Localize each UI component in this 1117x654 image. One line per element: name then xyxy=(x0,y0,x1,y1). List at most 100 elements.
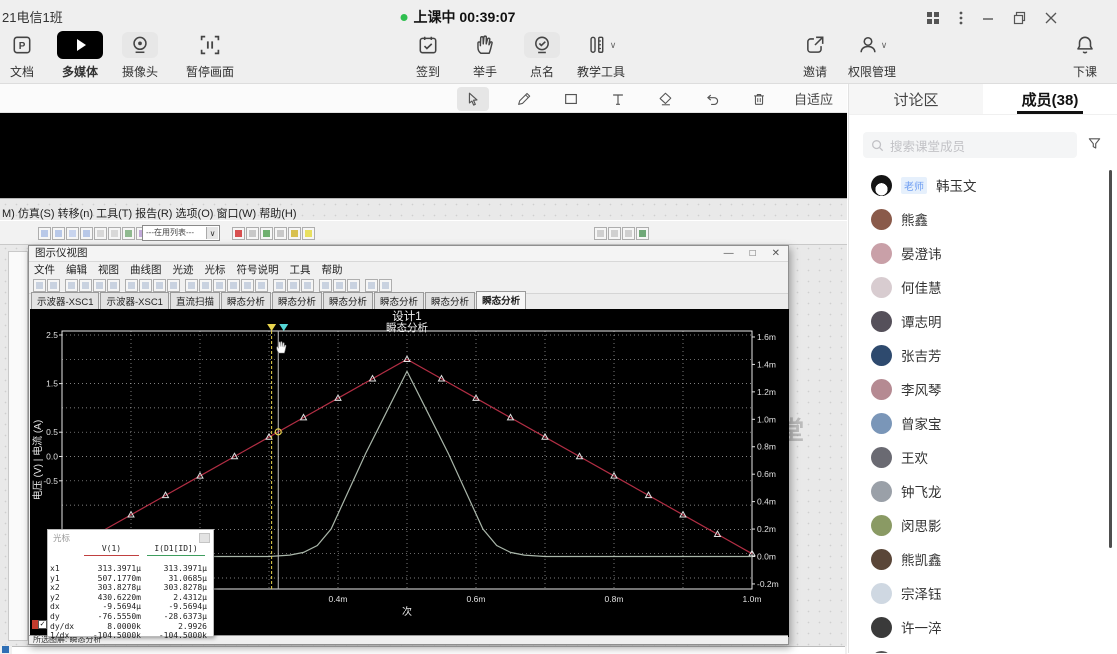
grapher-menu-文件[interactable]: 文件 xyxy=(34,262,55,277)
toolbar-icon[interactable] xyxy=(288,227,301,240)
member-row[interactable]: 曾家宝 xyxy=(849,406,1117,440)
toolbar-icon[interactable] xyxy=(38,227,51,240)
grapher-tool-icon[interactable] xyxy=(139,279,152,292)
grapher-tool-icon[interactable] xyxy=(227,279,240,292)
grapher-menu-编辑[interactable]: 编辑 xyxy=(66,262,87,277)
grapher-tool-icon[interactable] xyxy=(301,279,314,292)
grapher-tool-icon[interactable] xyxy=(255,279,268,292)
toolbar-icon[interactable] xyxy=(232,227,245,240)
grapher-tab-1[interactable]: 示波器-XSC1 xyxy=(100,292,168,309)
member-row[interactable]: 宗泽钰 xyxy=(849,576,1117,610)
multisim-sim-icons[interactable] xyxy=(232,225,316,243)
grapher-close-icon[interactable]: ✕ xyxy=(772,247,780,261)
teaching-tools-button[interactable]: ∨ 教学工具 xyxy=(556,30,646,80)
grapher-tool-icon[interactable] xyxy=(333,279,346,292)
grapher-tool-icon[interactable] xyxy=(33,279,46,292)
toolbar-icon[interactable] xyxy=(246,227,259,240)
grapher-tool-icon[interactable] xyxy=(153,279,166,292)
grapher-tab-6[interactable]: 瞬态分析 xyxy=(374,292,424,309)
more-menu-icon[interactable] xyxy=(959,11,963,25)
end-class-button[interactable]: 下课 xyxy=(1040,30,1117,80)
cursor-tool[interactable] xyxy=(457,87,489,111)
grapher-tool-icon[interactable] xyxy=(185,279,198,292)
toolbar-icon[interactable] xyxy=(636,227,649,240)
rectangle-tool[interactable] xyxy=(559,87,583,111)
tab-members[interactable]: 成员(38) xyxy=(983,84,1117,114)
layout-grid-icon[interactable] xyxy=(926,11,940,25)
toolbar-icon[interactable] xyxy=(594,227,607,240)
grapher-tool-icon[interactable] xyxy=(365,279,378,292)
tab-discussion[interactable]: 讨论区 xyxy=(849,84,983,114)
toolbar-icon[interactable] xyxy=(122,227,135,240)
toolbar-icon[interactable] xyxy=(274,227,287,240)
eraser-tool[interactable] xyxy=(653,87,677,111)
pause-screen-button[interactable]: 暂停画面 xyxy=(165,30,255,80)
member-row[interactable]: 王欢 xyxy=(849,440,1117,474)
text-tool[interactable] xyxy=(606,87,630,111)
grapher-tab-8[interactable]: 瞬态分析 xyxy=(476,291,526,309)
member-row[interactable] xyxy=(849,644,1117,653)
toolbar-icon[interactable] xyxy=(94,227,107,240)
member-row[interactable]: 李风琴 xyxy=(849,372,1117,406)
pen-tool[interactable] xyxy=(512,87,536,111)
member-row[interactable]: 钟飞龙 xyxy=(849,474,1117,508)
toolbar-icon[interactable] xyxy=(66,227,79,240)
grapher-menu-bar[interactable]: 文件编辑视图曲线图光迹光标符号说明工具帮助 xyxy=(29,262,788,277)
toolbar-icon[interactable] xyxy=(622,227,635,240)
grapher-menu-符号说明[interactable]: 符号说明 xyxy=(237,262,279,277)
member-row[interactable]: 闵思影 xyxy=(849,508,1117,542)
toolbar-icon[interactable] xyxy=(80,227,93,240)
member-row[interactable]: 许一淬 xyxy=(849,610,1117,644)
grapher-menu-曲线图[interactable]: 曲线图 xyxy=(130,262,162,277)
grapher-tab-3[interactable]: 瞬态分析 xyxy=(221,292,271,309)
member-row[interactable]: 何佳慧 xyxy=(849,270,1117,304)
search-input[interactable]: 搜索课堂成员 xyxy=(863,132,1077,158)
toolbar-icon[interactable] xyxy=(302,227,315,240)
grapher-tool-icon[interactable] xyxy=(167,279,180,292)
grapher-menu-视图[interactable]: 视图 xyxy=(98,262,119,277)
member-row[interactable]: 熊凯鑫 xyxy=(849,542,1117,576)
grapher-tool-icon[interactable] xyxy=(65,279,78,292)
undo-tool[interactable] xyxy=(700,87,724,111)
grapher-tool-icon[interactable] xyxy=(213,279,226,292)
grapher-tool-icon[interactable] xyxy=(125,279,138,292)
grapher-titlebar[interactable]: 图示仪视图 — □ ✕ xyxy=(29,246,788,262)
grapher-tab-2[interactable]: 直流扫描 xyxy=(170,292,220,309)
toolbar-icon[interactable] xyxy=(108,227,121,240)
grapher-tab-4[interactable]: 瞬态分析 xyxy=(272,292,322,309)
auto-fit-button[interactable]: 自适应 xyxy=(794,89,833,108)
member-row[interactable]: 张吉芳 xyxy=(849,338,1117,372)
grapher-maximize-icon[interactable]: □ xyxy=(750,247,756,261)
grapher-tool-icon[interactable] xyxy=(273,279,286,292)
in-use-list-combobox[interactable]: ---在用列表---∨ xyxy=(142,225,220,241)
member-row[interactable]: 熊鑫 xyxy=(849,202,1117,236)
grapher-tool-icon[interactable] xyxy=(347,279,360,292)
toolbar-icon[interactable] xyxy=(608,227,621,240)
grapher-tool-icon[interactable] xyxy=(287,279,300,292)
multisim-menu-bar[interactable]: M) 仿真(S) 转移(n) 工具(T) 报告(R) 选项(O) 窗口(W) 帮… xyxy=(2,205,297,221)
trace-select-indicator[interactable]: ✓ xyxy=(32,620,47,629)
close-icon[interactable] xyxy=(1045,11,1057,25)
grapher-menu-光迹[interactable]: 光迹 xyxy=(173,262,194,277)
toolbar-icon[interactable] xyxy=(260,227,273,240)
member-row[interactable]: 晏澄讳 xyxy=(849,236,1117,270)
grapher-tool-icon[interactable] xyxy=(241,279,254,292)
grapher-menu-光标[interactable]: 光标 xyxy=(205,262,226,277)
grapher-tool-icon[interactable] xyxy=(379,279,392,292)
trash-tool[interactable] xyxy=(747,87,771,111)
cursor-panel[interactable]: 光标 V(1) I(D1[ID]) x1313.3971µ313.3971µy1… xyxy=(47,529,214,637)
grapher-tool-icon[interactable] xyxy=(199,279,212,292)
grapher-tool-icon[interactable] xyxy=(79,279,92,292)
member-row[interactable]: 老师韩玉文 xyxy=(849,168,1117,202)
permissions-button[interactable]: ∨ 权限管理 xyxy=(827,30,917,80)
cursor-panel-close-icon[interactable] xyxy=(199,533,210,543)
member-row[interactable]: 谭志明 xyxy=(849,304,1117,338)
multisim-view-icons[interactable] xyxy=(38,225,150,243)
grapher-menu-工具[interactable]: 工具 xyxy=(290,262,311,277)
grapher-tool-icon[interactable] xyxy=(107,279,120,292)
toolbar-icon[interactable] xyxy=(52,227,65,240)
grapher-tab-5[interactable]: 瞬态分析 xyxy=(323,292,373,309)
grapher-tool-icon[interactable] xyxy=(93,279,106,292)
minimize-icon[interactable] xyxy=(982,11,994,25)
multisim-zoom-icons[interactable] xyxy=(594,225,650,243)
